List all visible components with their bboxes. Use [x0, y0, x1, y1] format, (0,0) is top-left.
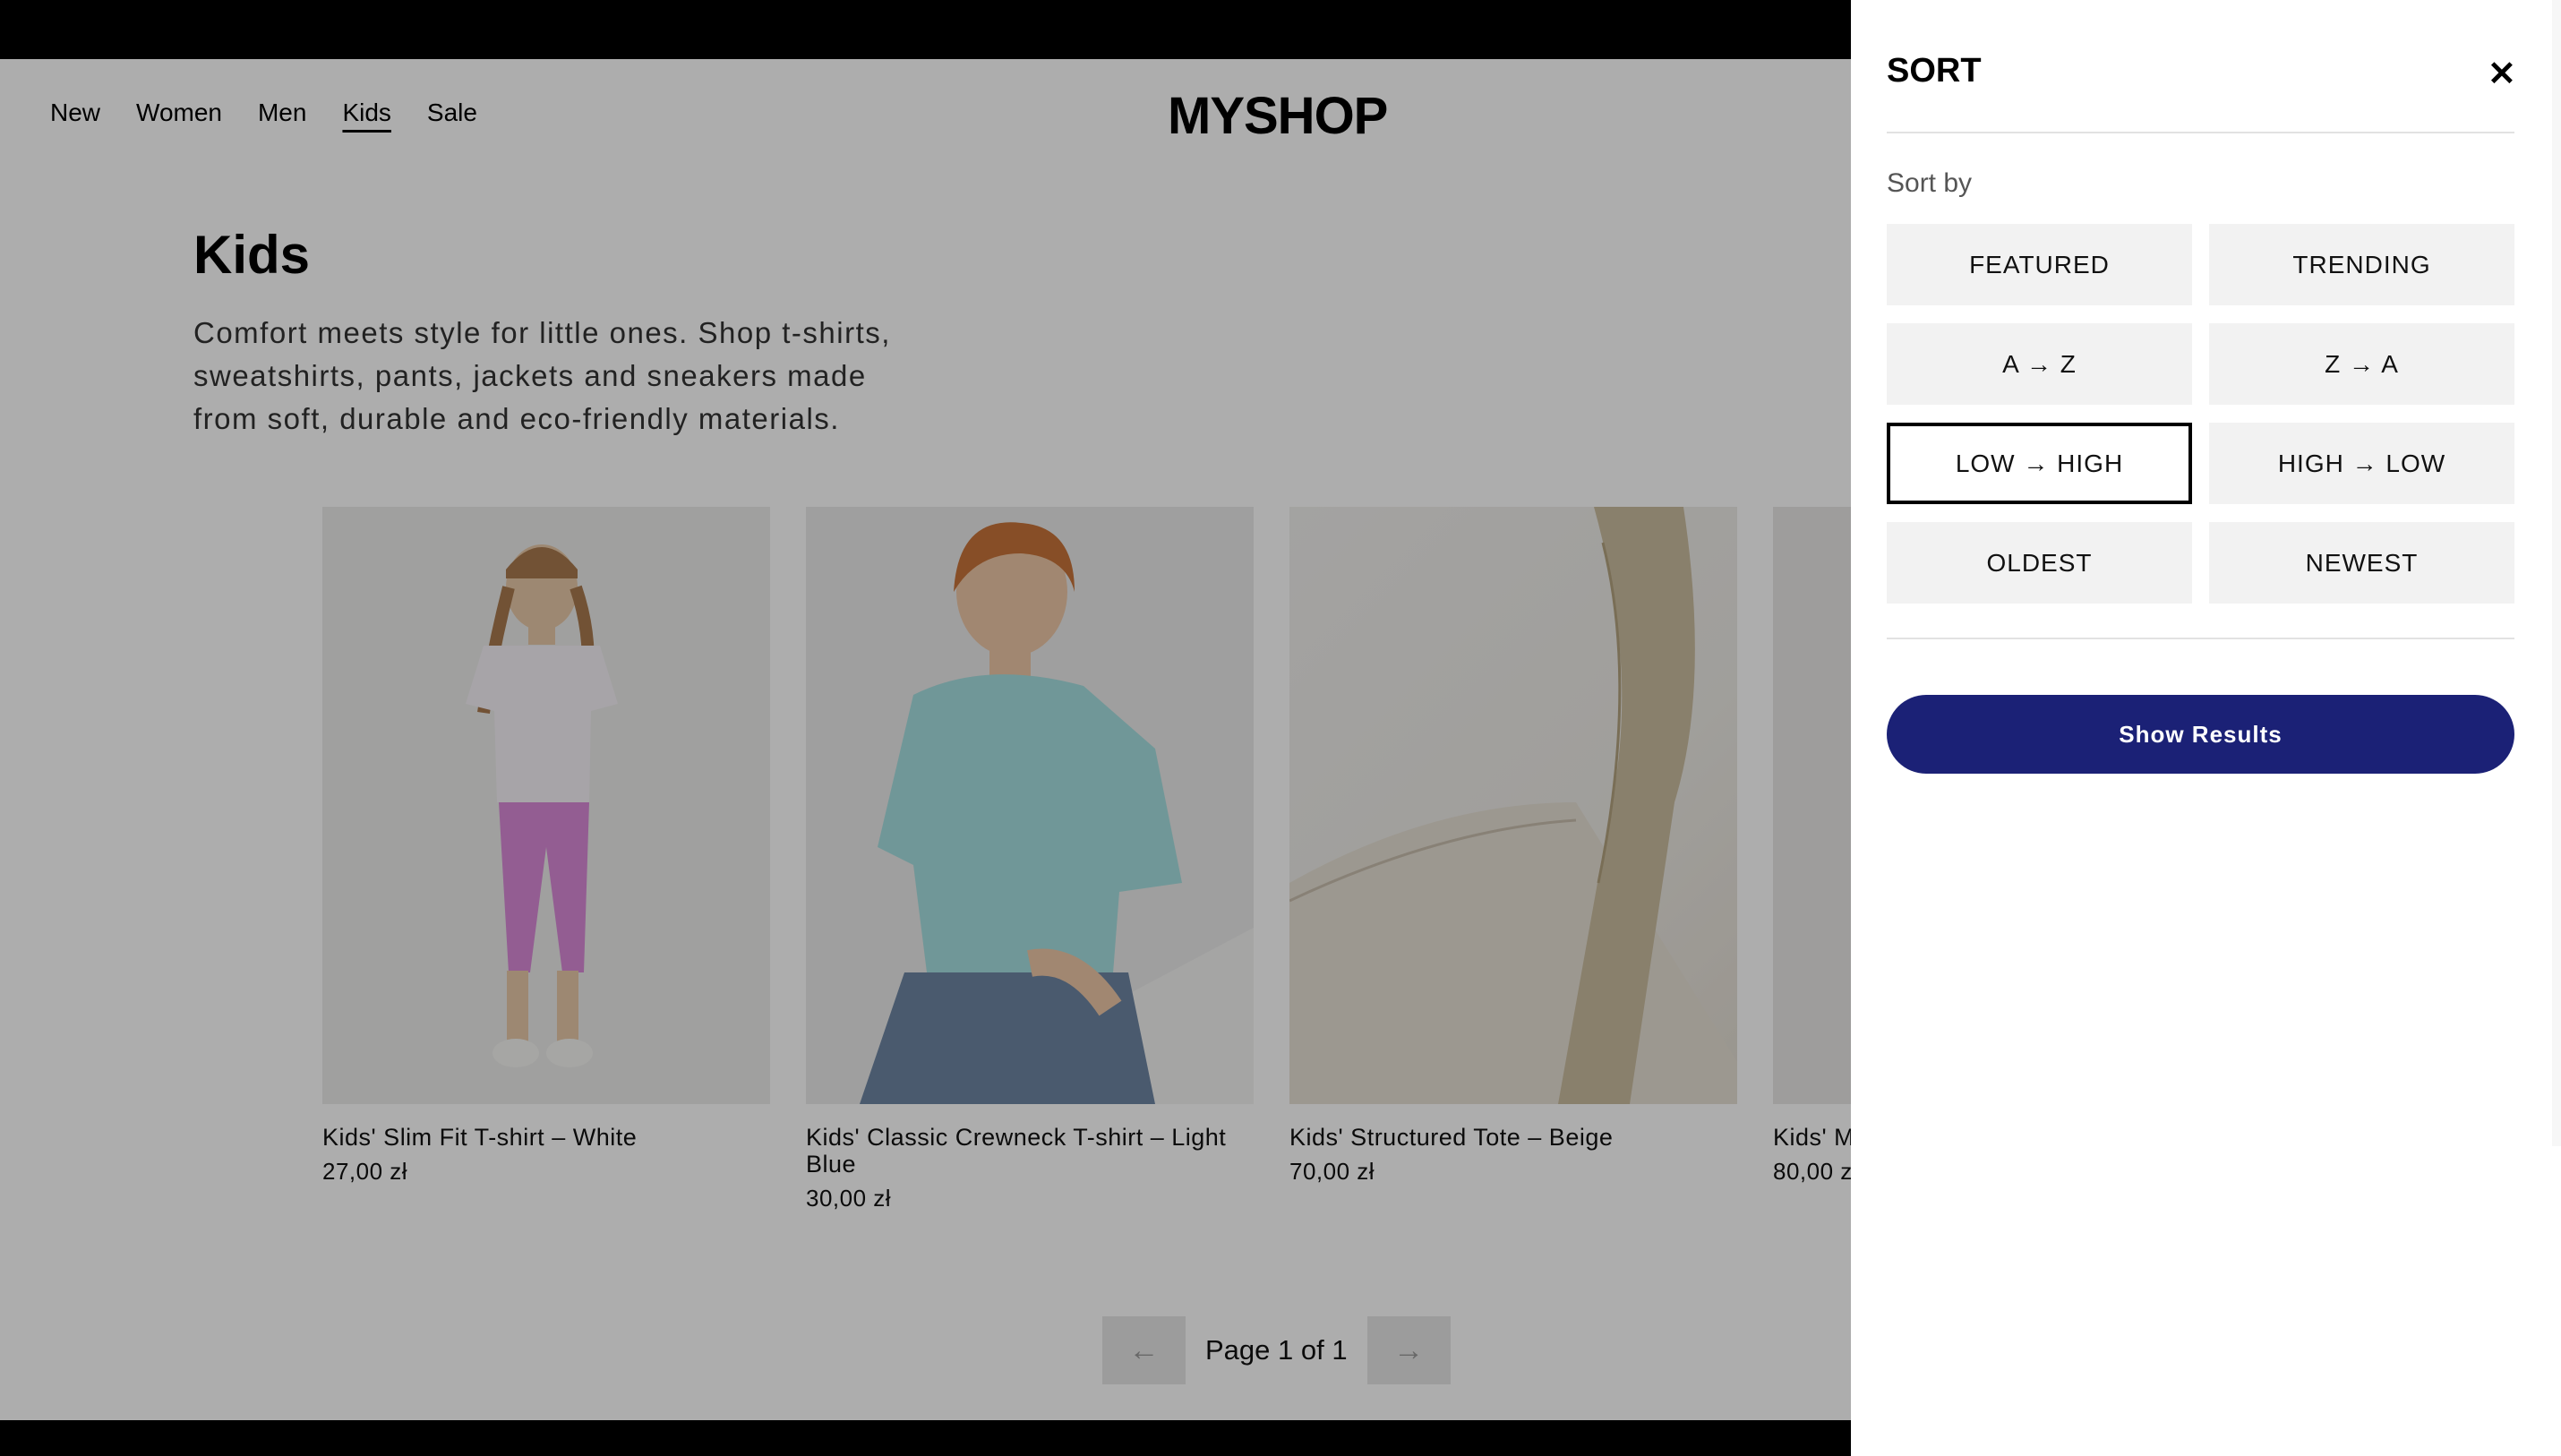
sort-panel: SORT Sort by FEATURED TRENDING A → Z Z →… [1851, 0, 2561, 1456]
divider [1887, 638, 2514, 639]
sort-option-featured[interactable]: FEATURED [1887, 224, 2192, 305]
modal-backdrop[interactable] [0, 59, 1851, 1420]
sort-option-high-low[interactable]: HIGH → LOW [2209, 423, 2514, 504]
scrollbar[interactable] [2552, 0, 2561, 1146]
sort-option-newest[interactable]: NEWEST [2209, 522, 2514, 604]
sort-option-low-high[interactable]: LOW → HIGH [1887, 423, 2192, 504]
show-results-button[interactable]: Show Results [1887, 695, 2514, 774]
sort-option-oldest[interactable]: OLDEST [1887, 522, 2192, 604]
sort-options: FEATURED TRENDING A → Z Z → A LOW → HIGH… [1887, 224, 2514, 604]
divider [1887, 132, 2514, 133]
close-icon[interactable]: ✕ [2488, 54, 2516, 94]
sort-option-trending[interactable]: TRENDING [2209, 224, 2514, 305]
sort-panel-title: SORT [1887, 52, 1982, 90]
sort-by-label: Sort by [1887, 168, 1973, 198]
sort-option-a-z[interactable]: A → Z [1887, 323, 2192, 405]
sort-option-z-a[interactable]: Z → A [2209, 323, 2514, 405]
